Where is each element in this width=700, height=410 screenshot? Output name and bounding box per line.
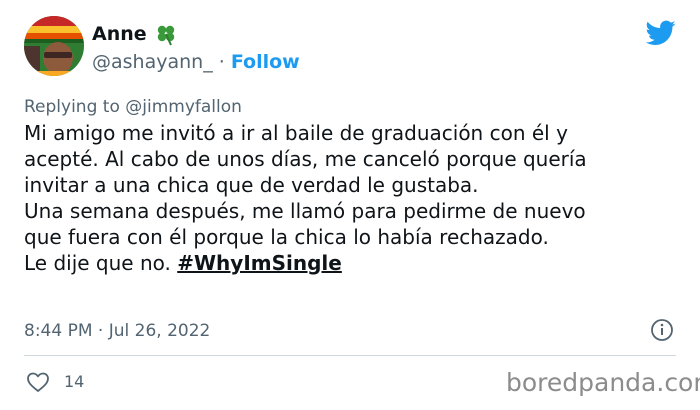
- heart-icon[interactable]: [26, 370, 50, 394]
- follow-button[interactable]: Follow: [231, 51, 300, 73]
- avatar[interactable]: [24, 16, 84, 76]
- reply-to-handle[interactable]: @jimmyfallon: [125, 97, 242, 117]
- twitter-bird-icon[interactable]: [646, 20, 676, 46]
- divider: [24, 355, 676, 356]
- info-icon[interactable]: [650, 318, 674, 342]
- tweet-line: invitar a una chica que de verdad le gus…: [24, 173, 479, 197]
- like-count: 14: [64, 372, 85, 391]
- separator-dot: ·: [218, 51, 225, 73]
- tweet-line: que fuera con él porque la chica lo habí…: [24, 225, 549, 249]
- tweet-line-text: Le dije que no.: [24, 251, 171, 275]
- tweet-line: acepté. Al cabo de unos días, me canceló…: [24, 147, 587, 171]
- handle-row: @ashayann_ · Follow: [92, 50, 300, 74]
- hashtag-link[interactable]: #WhyImSingle: [177, 251, 342, 275]
- replying-to: Replying to @jimmyfallon: [24, 96, 242, 118]
- tweet-line: Mi amigo me invitó a ir al baile de grad…: [24, 121, 568, 145]
- four-leaf-clover-icon: [157, 25, 175, 46]
- avatar-image: [24, 16, 84, 76]
- replying-prefix: Replying to: [24, 97, 120, 117]
- tweet-timestamp[interactable]: 8:44 PM · Jul 26, 2022: [24, 320, 210, 342]
- tweet-line: Una semana después, me llamó para pedirm…: [24, 199, 586, 223]
- tweet-card: Anne @ashayann_ · Follow Replying to @ji…: [0, 0, 700, 410]
- author-handle[interactable]: @ashayann_: [92, 51, 213, 73]
- tweet-text: Mi amigo me invitó a ir al baile de grad…: [24, 120, 684, 276]
- author-name[interactable]: Anne: [92, 22, 147, 46]
- tweet-last-line: Le dije que no. #WhyImSingle: [24, 250, 684, 276]
- watermark: boredpanda.com: [506, 368, 700, 397]
